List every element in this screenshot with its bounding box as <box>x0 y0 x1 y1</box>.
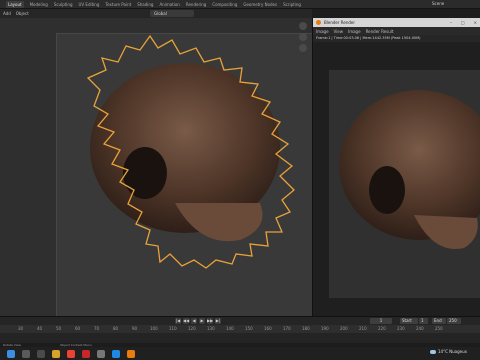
transform-orientation-dropdown[interactable]: Global <box>150 10 194 17</box>
frame-tick: 130 <box>207 326 215 331</box>
current-frame-field[interactable]: 1 <box>370 318 392 324</box>
file-explorer-icon[interactable] <box>52 349 60 358</box>
windows-start-icon[interactable] <box>7 349 15 358</box>
prev-key-icon[interactable]: ◀◀ <box>183 318 189 324</box>
viewport-scene <box>86 34 295 269</box>
frame-tick: 120 <box>188 326 196 331</box>
object-menu[interactable]: Object <box>16 11 29 16</box>
menu-image-2[interactable]: Image <box>348 29 361 34</box>
frame-tick: 100 <box>150 326 158 331</box>
rendered-face-shadow <box>369 166 405 214</box>
blender-taskbar-icon[interactable] <box>127 349 135 358</box>
os-taskbar: 14°C Nuageux <box>0 347 480 360</box>
frame-tick: 60 <box>75 326 81 331</box>
maximize-icon[interactable]: □ <box>461 20 465 25</box>
tab-sculpting[interactable]: Sculpting <box>54 2 73 7</box>
play-reverse-icon[interactable]: ◀ <box>191 318 197 324</box>
3d-viewport[interactable] <box>0 18 312 316</box>
frame-tick: 40 <box>37 326 43 331</box>
navigation-gizmo[interactable] <box>296 22 310 62</box>
app-icon[interactable] <box>97 349 105 358</box>
render-canvas[interactable] <box>329 70 480 298</box>
frame-tick: 180 <box>302 326 310 331</box>
frame-tick: 220 <box>378 326 386 331</box>
frame-tick: 70 <box>94 326 100 331</box>
window-controls: – □ × <box>450 20 480 25</box>
blender-logo-icon <box>316 20 321 25</box>
frame-tick: 140 <box>226 326 234 331</box>
frame-tick: 90 <box>132 326 138 331</box>
timeline-track[interactable] <box>0 333 480 343</box>
frame-tick: 240 <box>416 326 424 331</box>
frame-tick: 170 <box>283 326 291 331</box>
frame-tick: 250 <box>435 326 443 331</box>
render-window-title: Blender Render <box>324 20 356 25</box>
jump-end-icon[interactable]: ▶| <box>215 318 221 324</box>
tab-texture-paint[interactable]: Texture Paint <box>105 2 131 7</box>
timeline-editor: |◀ ◀◀ ◀ ▶ ▶▶ ▶| 1 Start 1 End 250 30 40 … <box>0 316 480 343</box>
render-window-titlebar: Blender Render – □ × <box>313 18 480 27</box>
close-icon[interactable]: × <box>474 20 477 25</box>
face-shadow <box>123 147 167 199</box>
edge-icon[interactable] <box>112 349 120 358</box>
tab-rendering[interactable]: Rendering <box>186 2 206 7</box>
timeline-ruler[interactable]: 30 40 50 60 70 80 90 100 110 120 130 140… <box>0 325 480 333</box>
next-key-icon[interactable]: ▶▶ <box>207 318 213 324</box>
tab-geometry-nodes[interactable]: Geometry Nodes <box>243 2 277 7</box>
weather-icon <box>430 349 436 354</box>
tab-shading[interactable]: Shading <box>137 2 153 7</box>
frame-tick: 210 <box>359 326 367 331</box>
frame-tick: 200 <box>340 326 348 331</box>
menu-image[interactable]: Image <box>316 29 329 34</box>
pan-icon[interactable] <box>299 33 307 41</box>
minimize-icon[interactable]: – <box>450 20 452 25</box>
opera-icon[interactable] <box>82 349 90 358</box>
tab-animation[interactable]: Animation <box>159 2 179 7</box>
start-frame-field[interactable]: 1 <box>419 318 428 324</box>
frame-tick: 30 <box>18 326 24 331</box>
frame-tick: 110 <box>169 326 177 331</box>
render-preview <box>339 90 480 250</box>
render-slot-dropdown[interactable]: Render Result <box>366 29 394 34</box>
scene-selector[interactable]: Scene <box>432 1 444 6</box>
frame-tick: 190 <box>321 326 329 331</box>
end-frame-label: End <box>432 318 446 324</box>
task-view-icon[interactable] <box>37 349 45 358</box>
start-frame-label: Start <box>400 318 418 324</box>
workspace-bar: Layout Modeling Sculpting UV Editing Tex… <box>0 0 480 9</box>
tab-scripting[interactable]: Scripting <box>283 2 301 7</box>
tab-uv-editing[interactable]: UV Editing <box>79 2 100 7</box>
frame-tick: 50 <box>56 326 62 331</box>
render-window-menu: Image View Image Render Result <box>313 27 480 35</box>
chrome-icon[interactable] <box>67 349 75 358</box>
end-frame-field[interactable]: 250 <box>447 318 461 324</box>
frame-tick: 160 <box>264 326 272 331</box>
play-icon[interactable]: ▶ <box>199 318 205 324</box>
timeline-header: |◀ ◀◀ ◀ ▶ ▶▶ ▶| 1 Start 1 End 250 <box>0 317 480 325</box>
frame-tick: 150 <box>245 326 253 331</box>
camera-icon[interactable] <box>299 44 307 52</box>
frame-tick: 230 <box>397 326 405 331</box>
search-icon[interactable] <box>22 349 30 358</box>
tab-modeling[interactable]: Modeling <box>30 2 48 7</box>
render-info: Frame:1 | Time:00:03.06 | Mem:1442.35M (… <box>313 35 480 42</box>
weather-text[interactable]: 14°C Nuageux <box>438 349 467 354</box>
tab-layout[interactable]: Layout <box>6 0 24 8</box>
zoom-icon[interactable] <box>299 22 307 30</box>
add-menu[interactable]: Add <box>3 11 11 16</box>
frame-tick: 80 <box>113 326 119 331</box>
menu-view[interactable]: View <box>334 29 344 34</box>
render-window: Blender Render – □ × Image View Image Re… <box>312 18 480 316</box>
playback-controls: |◀ ◀◀ ◀ ▶ ▶▶ ▶| <box>175 318 221 324</box>
jump-start-icon[interactable]: |◀ <box>175 318 181 324</box>
viewport-header: Add Object Global <box>0 9 312 18</box>
tab-compositing[interactable]: Compositing <box>212 2 237 7</box>
system-tray: 14°C Nuageux <box>430 349 467 354</box>
